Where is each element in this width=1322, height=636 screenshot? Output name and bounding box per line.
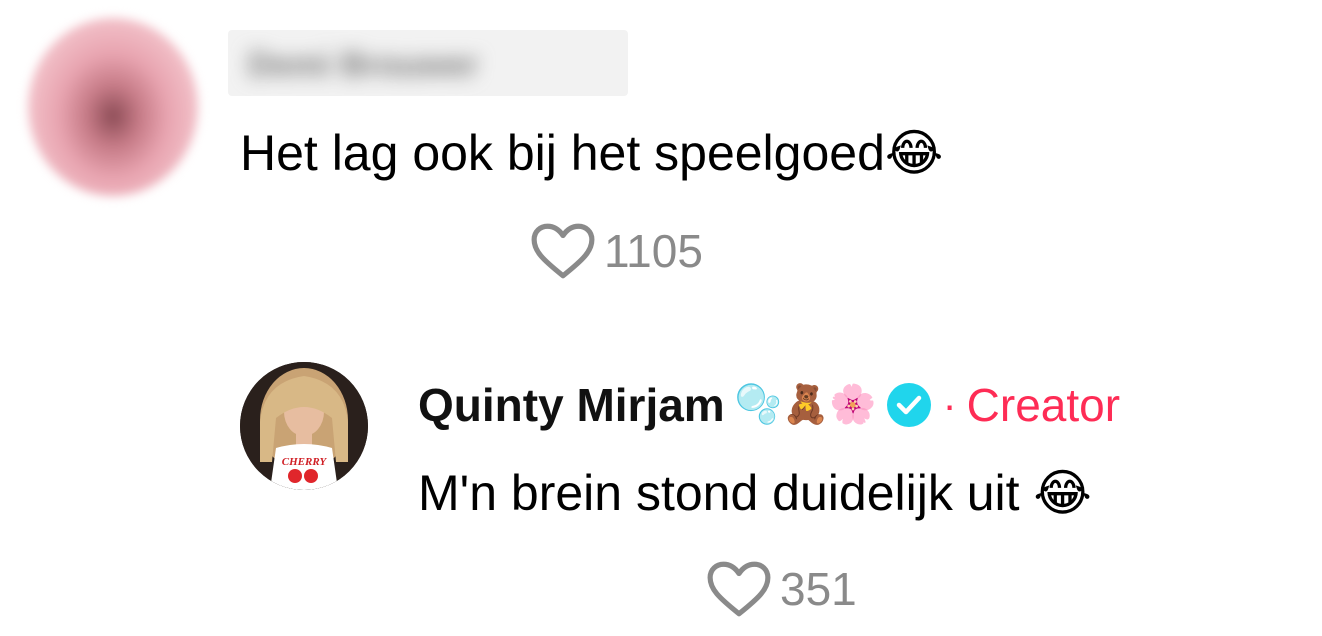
heart-outline-icon[interactable] <box>706 560 772 618</box>
like-count: 1105 <box>604 225 703 277</box>
commenter-avatar[interactable] <box>28 18 198 196</box>
verified-badge-icon <box>886 383 931 427</box>
separator-dot: · <box>942 381 957 428</box>
username-emojis: 🫧🧸🌸 <box>734 384 877 426</box>
comment-like-button[interactable]: 1105 <box>530 222 703 280</box>
reply-text: M'n brein stond duidelijk uit 😂 <box>418 465 1092 521</box>
like-count: 351 <box>780 563 857 615</box>
creator-avatar-photo: CHERRY <box>240 362 368 490</box>
creator-avatar[interactable]: CHERRY <box>240 362 368 490</box>
reply-like-button[interactable]: 351 <box>706 560 857 618</box>
comment-text: Het lag ook bij het speelgoed😂 <box>240 125 944 181</box>
commenter-username-blurred[interactable]: Demi Brouwer <box>228 30 628 96</box>
creator-username[interactable]: Quinty Mirjam <box>418 378 725 432</box>
blurred-username-text: Demi Brouwer <box>248 46 479 84</box>
creator-label: Creator <box>966 379 1121 431</box>
creator-name-row: Quinty Mirjam 🫧🧸🌸 · Creator <box>418 378 1120 432</box>
heart-outline-icon[interactable] <box>530 222 596 280</box>
shirt-text: CHERRY <box>282 456 328 468</box>
